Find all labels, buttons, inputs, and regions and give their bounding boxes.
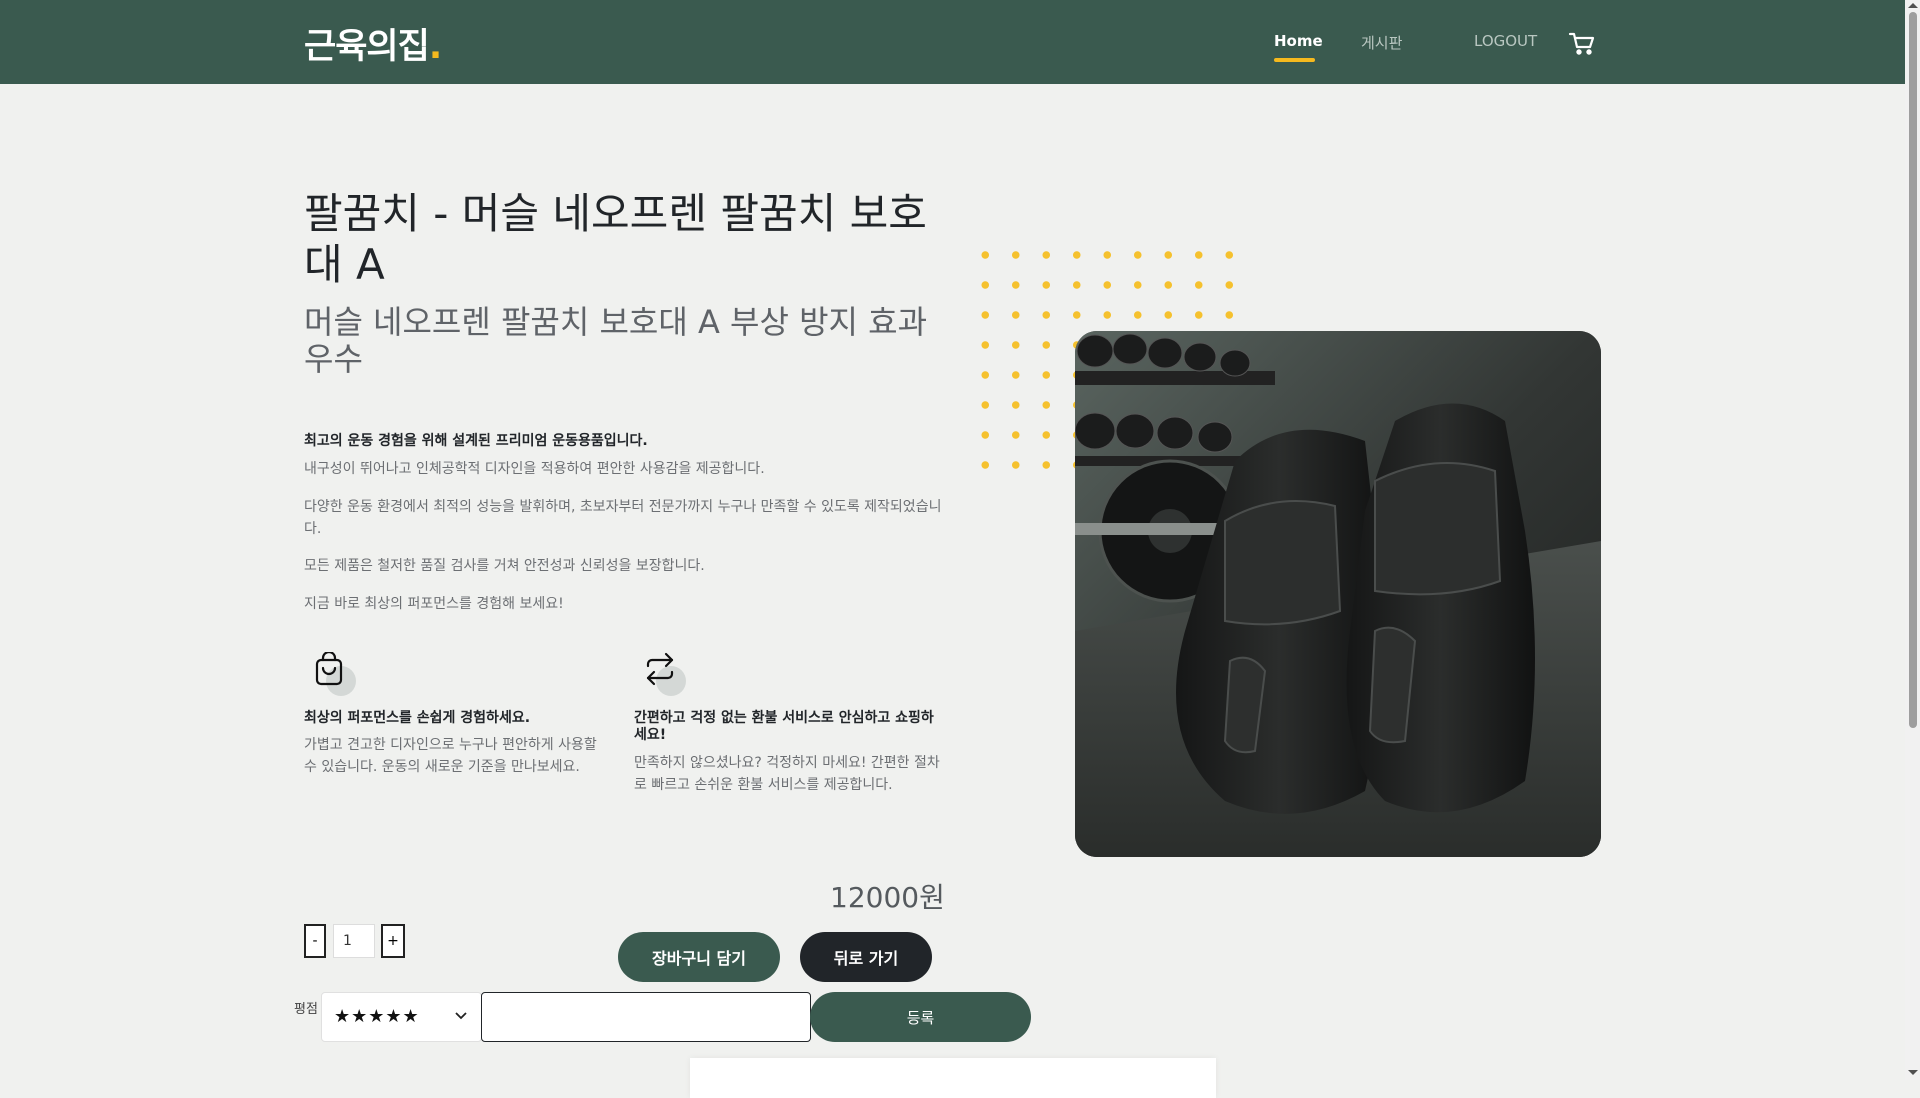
nav-active-indicator (1274, 58, 1315, 62)
description-paragraph: 모든 제품은 철저한 품질 검사를 거쳐 안전성과 신뢰성을 보장합니다. (304, 558, 705, 574)
quantity-increase-button[interactable]: + (381, 924, 405, 958)
description-paragraph: 다양한 운동 환경에서 최적의 성능을 발휘하며, 초보자부터 전문가까지 누구… (304, 499, 942, 537)
top-navbar: 근육의집. Home 게시판 LOGOUT (0, 0, 1905, 84)
rating-select[interactable]: ★★★★★ (321, 992, 482, 1042)
exchange-arrows-icon (636, 648, 688, 700)
feature-text: 만족하지 않으셨나요? 걱정하지 마세요! 간편한 절차로 빠르고 손쉬운 환불… (634, 755, 940, 793)
feature-title: 최상의 퍼포먼스를 손쉽게 경험하세요. (304, 710, 531, 726)
knee-pads-photo (1075, 331, 1601, 857)
back-button[interactable]: 뒤로 가기 (800, 932, 932, 982)
feature-title: 간편하고 걱정 없는 환불 서비스로 안심하고 쇼핑하세요! (634, 710, 934, 743)
rating-label: 평점 (294, 1002, 318, 1017)
product-price: 12000원 (830, 881, 945, 914)
description-lead: 최고의 운동 경험을 위해 설계된 프리미엄 운동용품입니다. (304, 433, 648, 449)
shopping-bag-icon (306, 648, 358, 700)
product-subtitle: 머슬 네오프렌 팔꿈치 보호대 A 부상 방지 효과 우수 (304, 303, 928, 378)
feature-text: 가볍고 견고한 디자인으로 누구나 편안하게 사용할 수 있습니다. 운동의 새… (304, 737, 597, 775)
nav-logout-link[interactable]: LOGOUT (1474, 32, 1537, 50)
site-logo[interactable]: 근육의집. (304, 18, 442, 69)
scrollbar-thumb[interactable] (1909, 12, 1917, 728)
nav-board-link[interactable]: 게시판 (1361, 32, 1402, 53)
rating-value: ★★★★★ (334, 1006, 420, 1027)
chevron-down-icon (455, 1012, 467, 1020)
cart-icon[interactable] (1568, 30, 1596, 58)
quantity-input[interactable] (333, 924, 375, 958)
review-text-input[interactable] (481, 992, 811, 1042)
page-scrollbar[interactable] (1905, 0, 1920, 1080)
logo-text: 근육의집 (304, 27, 430, 67)
quantity-decrease-button[interactable]: - (304, 924, 326, 958)
nav-home-link[interactable]: Home (1274, 32, 1323, 50)
add-to-cart-button[interactable]: 장바구니 담기 (618, 932, 780, 982)
submit-review-button[interactable]: 등록 (810, 992, 1031, 1042)
scroll-down-arrow-icon[interactable] (1908, 1070, 1918, 1075)
scroll-up-arrow-icon[interactable] (1908, 3, 1918, 8)
review-list-card (690, 1058, 1216, 1098)
logo-dot: . (428, 27, 442, 67)
product-title: 팔꿈치 - 머슬 네오프렌 팔꿈치 보호대 A (304, 189, 927, 289)
description-paragraph: 내구성이 뛰어나고 인체공학적 디자인을 적용하여 편안한 사용감을 제공합니다… (304, 461, 765, 477)
description-paragraph: 지금 바로 최상의 퍼포먼스를 경험해 보세요! (304, 596, 564, 612)
